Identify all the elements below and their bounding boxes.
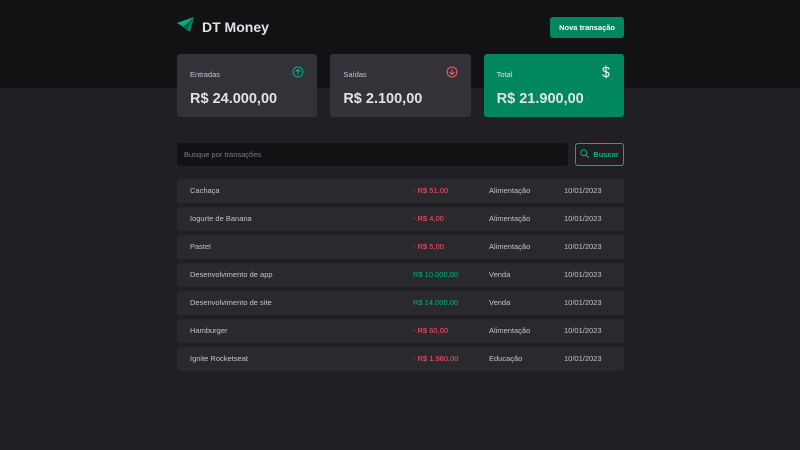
table-row: Desenvolvimento de site R$ 14.000,00 Ven… <box>177 291 624 315</box>
transaction-category: Alimentação <box>489 214 531 223</box>
summary-cards: Entradas R$ 24.000,00 Saídas R$ 2.100,00 <box>177 54 624 117</box>
transaction-price: R$ 14.000,00 <box>413 298 459 307</box>
table-row: Pastel - R$ 5,00 Alimentação 10/01/2023 <box>177 235 624 259</box>
transaction-description: Hamburger <box>190 326 228 335</box>
transaction-price: - R$ 4,00 <box>413 214 444 223</box>
outcome-value: R$ 2.100,00 <box>343 91 423 107</box>
search-input[interactable] <box>177 143 568 166</box>
transaction-description: Pastel <box>190 242 211 251</box>
arrow-circle-down-icon <box>446 65 458 83</box>
table-row: Hamburger - R$ 60,00 Alimentação 10/01/2… <box>177 319 624 343</box>
table-row: Iogurte de Banana - R$ 4,00 Alimentação … <box>177 207 624 231</box>
search-button-label: Buscar <box>593 150 619 159</box>
table-row: Desenvolvimento de app R$ 10.000,00 Vend… <box>177 263 624 287</box>
total-card: Total R$ 21.900,00 <box>483 54 624 117</box>
search-button[interactable]: Buscar <box>575 143 624 166</box>
app-title: DT Money <box>202 19 269 35</box>
search-form: Buscar <box>177 143 624 166</box>
new-transaction-button[interactable]: Nova transação <box>550 16 624 38</box>
transaction-price: - R$ 5,00 <box>413 242 444 251</box>
transaction-date: 10/01/2023 <box>564 186 602 195</box>
arrow-circle-up-icon <box>292 65 304 83</box>
header: DT Money Nova transação <box>177 16 624 38</box>
income-value: R$ 24.000,00 <box>190 91 278 107</box>
transaction-price: - R$ 51,00 <box>413 186 449 195</box>
brand: DT Money <box>177 17 269 37</box>
transaction-category: Alimentação <box>489 186 531 195</box>
transaction-description: Ignite Rocketseat <box>190 354 248 363</box>
transaction-description: Desenvolvimento de app <box>190 270 273 279</box>
table-row: Cachaça - R$ 51,00 Alimentação 10/01/202… <box>177 179 624 203</box>
income-label: Entradas <box>190 69 221 79</box>
transaction-price: - R$ 1.980,00 <box>413 354 459 363</box>
transaction-description: Desenvolvimento de site <box>190 298 272 307</box>
table-row: Ignite Rocketseat - R$ 1.980,00 Educação… <box>177 347 624 371</box>
transaction-date: 10/01/2023 <box>564 242 602 251</box>
transaction-category: Alimentação <box>489 326 531 335</box>
total-value: R$ 21.900,00 <box>496 91 584 107</box>
transaction-date: 10/01/2023 <box>564 214 602 223</box>
transaction-price: - R$ 60,00 <box>413 326 449 335</box>
dollar-sign-icon <box>601 64 611 84</box>
transaction-date: 10/01/2023 <box>564 354 602 363</box>
transaction-price: R$ 10.000,00 <box>413 270 459 279</box>
transaction-category: Alimentação <box>489 242 531 251</box>
transactions-table: Cachaça - R$ 51,00 Alimentação 10/01/202… <box>177 179 624 375</box>
transaction-category: Venda <box>489 298 511 307</box>
transaction-date: 10/01/2023 <box>564 326 602 335</box>
income-card: Entradas R$ 24.000,00 <box>177 54 318 117</box>
transaction-description: Cachaça <box>190 186 220 195</box>
transaction-category: Educação <box>489 354 523 363</box>
outcome-card: Saídas R$ 2.100,00 <box>330 54 471 117</box>
transaction-date: 10/01/2023 <box>564 298 602 307</box>
transaction-date: 10/01/2023 <box>564 270 602 279</box>
outcome-label: Saídas <box>343 69 367 79</box>
magnifying-glass-icon <box>580 149 590 160</box>
total-label: Total <box>496 69 513 79</box>
transaction-description: Iogurte de Banana <box>190 214 252 223</box>
paper-plane-logo-icon <box>177 17 194 37</box>
transaction-category: Venda <box>489 270 511 279</box>
